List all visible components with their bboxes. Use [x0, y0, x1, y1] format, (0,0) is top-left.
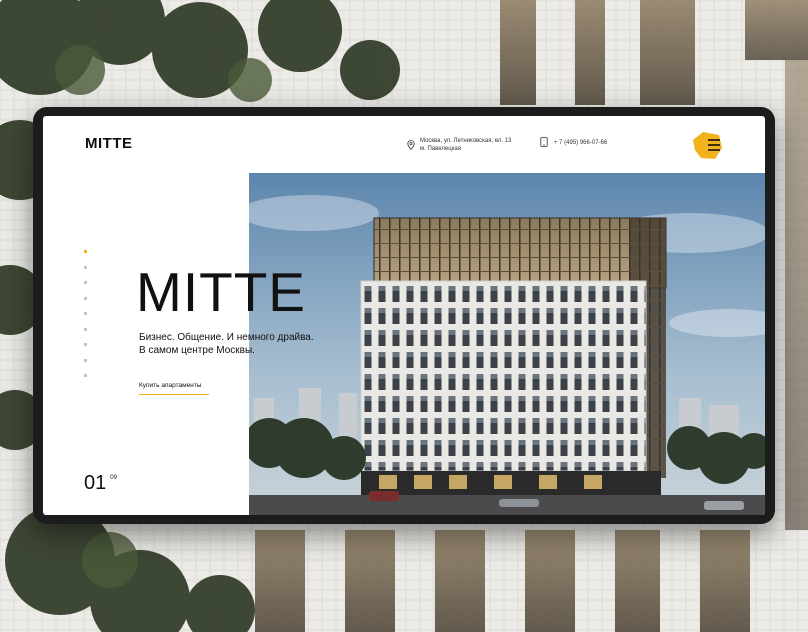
hero-title: MITTE: [136, 261, 306, 323]
slide-dot-1[interactable]: [84, 250, 87, 253]
tagline-line-2: В самом центре Москвы.: [139, 345, 255, 356]
hero-building-image: [249, 173, 765, 515]
slide-dot-8[interactable]: [84, 358, 87, 362]
tagline-line-1: Бизнес. Общение. И немного драйва.: [139, 332, 314, 343]
menu-hamburger-icon: [693, 132, 722, 159]
phone-block[interactable]: + 7 (495) 966-07-66: [540, 137, 607, 149]
total-slides-number: 09: [110, 475, 117, 481]
slide-dot-9[interactable]: [84, 374, 87, 377]
slide-counter: 01 09: [84, 473, 117, 493]
location-pin-icon: [407, 137, 415, 155]
current-slide-number: 01: [84, 472, 107, 494]
address-block: Москва, ул. Летниковская, вл. 13 м. Паве…: [407, 137, 511, 155]
slide-dot-5[interactable]: [84, 312, 87, 315]
slide-dot-2[interactable]: [84, 265, 87, 269]
buy-apartments-link[interactable]: Купить апартаменты: [139, 382, 209, 395]
slide-dot-7[interactable]: [84, 343, 87, 346]
site-logo[interactable]: MITTE: [85, 135, 133, 152]
address-street: Москва, ул. Летниковская, вл. 13: [420, 138, 512, 144]
menu-button[interactable]: [689, 128, 725, 164]
website-screen: MITTE Москва, ул. Летниковская, вл. 13 м…: [43, 116, 765, 515]
slide-dot-6[interactable]: [84, 327, 87, 331]
address-metro: м. Павелецкая: [420, 146, 461, 152]
hero-tagline: Бизнес. Общение. И немного драйва. В сам…: [139, 331, 314, 357]
laptop-frame: MITTE Москва, ул. Летниковская, вл. 13 м…: [33, 107, 775, 524]
slide-dot-3[interactable]: [84, 281, 87, 284]
slide-dots-nav: [84, 250, 87, 377]
phone-icon: [540, 137, 548, 149]
slide-dot-4[interactable]: [84, 296, 87, 300]
phone-number[interactable]: + 7 (495) 966-07-66: [554, 140, 607, 146]
